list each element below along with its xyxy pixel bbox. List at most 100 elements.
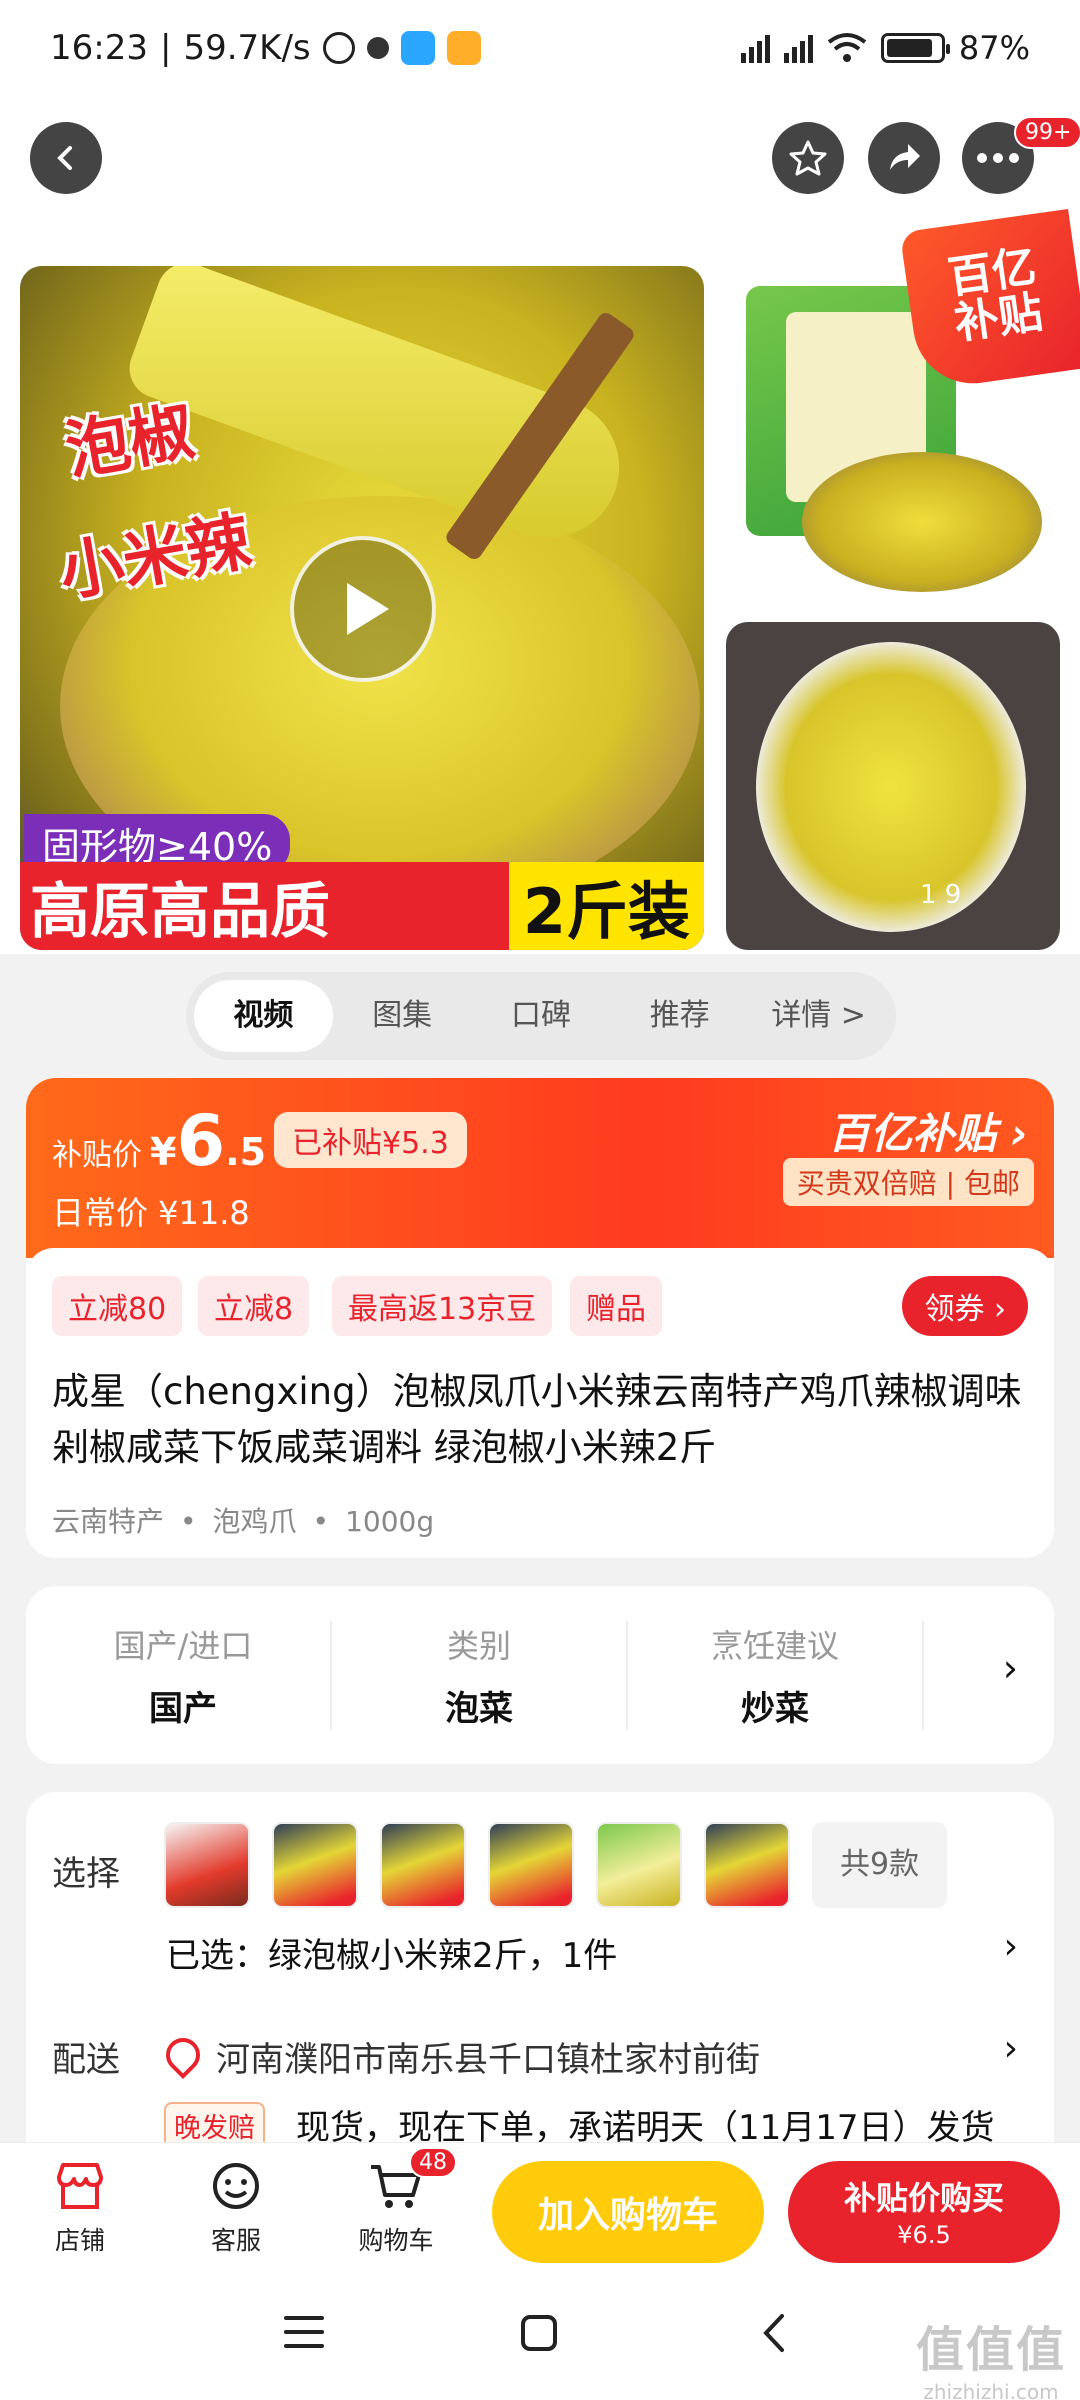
status-bar: 16:23 | 59.7K/s 87% xyxy=(0,0,1080,96)
location-pin-icon xyxy=(158,2030,208,2080)
add-to-cart-button[interactable]: 加入购物车 xyxy=(492,2161,764,2263)
promo-tag[interactable]: 赠品 xyxy=(570,1276,662,1336)
meta-item: 1000g xyxy=(345,1505,435,1538)
customer-service-button[interactable]: 客服 xyxy=(176,2159,296,2257)
app-notification-icon xyxy=(400,31,435,65)
banner-right-text: 2斤装 xyxy=(508,862,704,950)
promo-tag[interactable]: 立减80 xyxy=(52,1276,183,1336)
variant-swatches: 共9款 xyxy=(164,1822,948,1908)
star-icon xyxy=(789,140,827,176)
spec-key: 烹饪建议 xyxy=(710,1626,839,1665)
tab-gallery[interactable]: 图集 xyxy=(333,980,472,1052)
variant-count[interactable]: 共9款 xyxy=(812,1822,948,1908)
service-label: 客服 xyxy=(210,2226,261,2255)
tab-details[interactable]: 详情 > xyxy=(749,980,888,1052)
promo-tag[interactable]: 立减8 xyxy=(198,1276,310,1336)
product-meta: 云南特产 • 泡鸡爪 • 1000g xyxy=(52,1500,434,1540)
select-label: 选择 xyxy=(52,1854,120,1894)
status-separator: | xyxy=(159,28,172,68)
delivery-address[interactable]: 河南濮阳市南乐县千口镇杜家村前街 xyxy=(216,2032,760,2081)
banner-left-text: 高原高品质 xyxy=(30,876,330,947)
play-icon[interactable] xyxy=(290,536,436,682)
product-gallery: 泡椒 小米辣 固形物≥40% 高原高品质 2斤装 1 9 百亿 补贴 xyxy=(0,208,1080,954)
spec-category: 类别 泡菜 xyxy=(332,1620,628,1730)
variant-thumbnail[interactable] xyxy=(272,1822,358,1908)
cart-button[interactable]: 48 购物车 xyxy=(336,2147,457,2257)
cart-count-badge: 48 xyxy=(409,2147,457,2178)
alarm-icon xyxy=(322,32,355,64)
watermark-logo: 值值值 xyxy=(915,2322,1066,2378)
daily-price: 日常价 ¥11.8 xyxy=(52,1194,250,1232)
meta-separator: • xyxy=(180,1505,197,1538)
spec-value: 炒菜 xyxy=(741,1688,809,1729)
spec-key: 类别 xyxy=(446,1626,511,1665)
tab-video[interactable]: 视频 xyxy=(194,980,333,1052)
variant-thumbnail[interactable] xyxy=(488,1822,574,1908)
chevron-right-icon[interactable]: › xyxy=(1004,1926,1018,1967)
promo-tag[interactable]: 最高返13京豆 xyxy=(332,1276,553,1336)
subsidized-amount-badge: 已补贴¥5.3 xyxy=(274,1112,467,1168)
app-notification-icon-2 xyxy=(446,31,481,65)
image-banner: 高原高品质 2斤装 xyxy=(20,862,704,950)
subsidy-price: ¥6.5 xyxy=(150,1100,266,1182)
variant-thumbnail[interactable] xyxy=(380,1822,466,1908)
image-text-line1: 泡椒 xyxy=(60,394,200,490)
chevron-right-icon[interactable]: › xyxy=(1003,1646,1018,1690)
subsidy-price-label: 补贴价 xyxy=(52,1138,142,1173)
variant-thumbnail-selected[interactable] xyxy=(596,1822,682,1908)
back-button[interactable] xyxy=(30,122,102,194)
price-header: 补贴价 ¥6.5 已补贴¥5.3 日常价 ¥11.8 百亿补贴 › 买贵双倍赔 … xyxy=(26,1078,1054,1258)
chat-face-icon xyxy=(209,2159,263,2213)
buy-button-label: 补贴价购买 xyxy=(843,2179,1004,2217)
more-dots-icon xyxy=(977,153,1019,163)
back-nav-icon[interactable] xyxy=(760,2312,788,2354)
section-tabs: 视频 图集 口碑 推荐 详情 > xyxy=(186,972,896,1060)
subsidy-program-link[interactable]: 百亿补贴 › xyxy=(828,1100,1028,1161)
bowl-image xyxy=(802,452,1042,592)
selected-variant[interactable]: 已选：绿泡椒小米辣2斤，1件 xyxy=(166,1928,617,1977)
status-net-speed: 59.7K/s xyxy=(183,28,311,68)
main-product-video[interactable]: 泡椒 小米辣 固形物≥40% 高原高品质 2斤装 xyxy=(20,266,704,950)
price-dec: .5 xyxy=(225,1130,267,1174)
spec-origin: 国产/进口 国产 xyxy=(36,1620,332,1730)
spec-card[interactable]: 国产/进口 国产 类别 泡菜 烹饪建议 炒菜 › xyxy=(26,1586,1054,1764)
tab-recommend[interactable]: 推荐 xyxy=(610,980,749,1052)
chevron-left-icon xyxy=(57,146,72,170)
delivery-label: 配送 xyxy=(52,2040,120,2080)
spec-cooking: 烹饪建议 炒菜 xyxy=(628,1620,924,1730)
cart-icon: 48 xyxy=(369,2147,457,2213)
signal-icon-2 xyxy=(783,33,813,63)
menu-icon[interactable] xyxy=(284,2314,324,2350)
tab-reviews[interactable]: 口碑 xyxy=(472,980,611,1052)
share-icon xyxy=(890,144,920,170)
options-card: 选择 共9款 已选：绿泡椒小米辣2斤，1件 › 配送 河南濮阳市南乐县千口镇杜家… xyxy=(26,1792,1054,2172)
watermark: 值值值 zhizhizhi.com xyxy=(916,2310,1066,2400)
status-time: 16:23 xyxy=(50,28,148,68)
favorite-button[interactable] xyxy=(772,122,844,194)
variant-thumbnail[interactable] xyxy=(704,1822,790,1908)
meta-item: 泡鸡爪 xyxy=(212,1505,297,1538)
battery-percent: 87% xyxy=(958,29,1030,67)
store-icon xyxy=(53,2159,107,2213)
home-icon[interactable] xyxy=(520,2314,558,2352)
get-coupon-button[interactable]: 领券 › xyxy=(902,1276,1028,1336)
buy-button-price: ¥6.5 xyxy=(897,2221,951,2249)
chevron-right-icon[interactable]: › xyxy=(1004,2028,1018,2069)
spec-value: 泡菜 xyxy=(445,1688,513,1729)
store-button[interactable]: 店铺 xyxy=(20,2159,140,2257)
share-button[interactable] xyxy=(868,122,940,194)
price-currency: ¥ xyxy=(150,1130,177,1174)
watermark-url: zhizhizhi.com xyxy=(923,2380,1059,2400)
variant-thumbnail[interactable] xyxy=(164,1822,250,1908)
store-label: 店铺 xyxy=(54,2226,105,2255)
price-card: 补贴价 ¥6.5 已补贴¥5.3 日常价 ¥11.8 百亿补贴 › 买贵双倍赔 … xyxy=(26,1078,1054,1558)
guarantee-badge: 买贵双倍赔 | 包邮 xyxy=(782,1158,1034,1206)
product-info: 立减80 立减8 最高返13京豆 赠品 领券 › 成星（chengxing）泡椒… xyxy=(26,1248,1054,1558)
buy-now-button[interactable]: 补贴价购买 ¥6.5 xyxy=(788,2161,1060,2263)
plate-image xyxy=(756,642,1026,932)
spec-key: 国产/进口 xyxy=(113,1626,253,1665)
meta-item: 云南特产 xyxy=(52,1505,165,1538)
gallery-thumbnail[interactable] xyxy=(726,622,1060,950)
bottom-action-bar: 店铺 客服 48 购物车 加入购物车 补贴价购买 ¥6.5 xyxy=(0,2142,1080,2272)
product-title: 成星（chengxing）泡椒凤爪小米辣云南特产鸡爪辣椒调味剁椒咸菜下饭咸菜调料… xyxy=(52,1370,1022,1469)
